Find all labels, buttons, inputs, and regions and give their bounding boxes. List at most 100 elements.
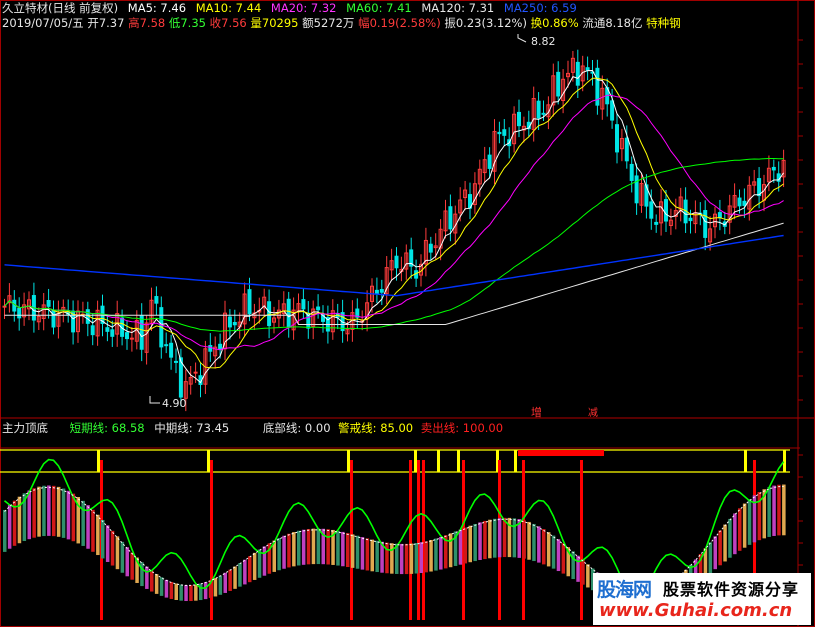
histogram-bar [184, 585, 188, 602]
candle-body [2, 305, 7, 308]
mark-reduce-label: 减 [588, 407, 598, 419]
quote-high: 高7.58 [128, 16, 166, 30]
candle-body [771, 166, 776, 171]
candle-body [610, 100, 615, 121]
histogram-bar [551, 535, 556, 569]
histogram-bar [301, 529, 306, 565]
histogram-bar [252, 552, 257, 580]
candle-body [428, 243, 433, 253]
histogram-bar [282, 535, 286, 569]
period-label: (日线 前复权) [48, 1, 119, 15]
watermark-slogan: 股票软件资源分享 [663, 580, 800, 599]
signal-marker [347, 450, 350, 472]
mark-add-label: 增 [531, 405, 542, 419]
histogram-bar [145, 566, 149, 589]
kline-chart[interactable]: 8.82 4.90 增 减 [0, 0, 815, 627]
histogram-bar [125, 547, 129, 577]
ma-legend: 久立特材(日线 前复权) MA5: 7.46 MA10: 7.44 MA20: … [2, 1, 583, 15]
candle-body [615, 124, 619, 153]
candle-body [757, 178, 762, 197]
histogram-bar [537, 526, 541, 563]
candle-body [174, 360, 178, 363]
candle-body [227, 316, 232, 328]
sell-bar [580, 460, 583, 620]
histogram-bar [581, 560, 585, 585]
candle-body [649, 201, 654, 219]
candle-body [517, 111, 521, 127]
histogram-bar [169, 581, 174, 599]
histogram-bar [159, 577, 164, 596]
histogram-bar [399, 543, 404, 575]
histogram-bar [429, 539, 433, 572]
candle-body [169, 342, 174, 358]
histogram-bar [213, 578, 218, 597]
histogram-bar [47, 485, 51, 536]
histogram-bar [497, 518, 502, 558]
max-pointer [517, 34, 527, 43]
stock-chart-window: 8.82 4.90 增 减 久立特材(日线 前复权) MA5: 7.46 MA10: … [0, 0, 815, 627]
histogram-bar [434, 538, 438, 571]
histogram-bar [81, 500, 85, 546]
quote-date: 2019/07/05/五 [2, 16, 84, 30]
alert-line-value: 警戒线: 85.00 [338, 421, 414, 435]
watermark-url: www.Guhai.com.cn [599, 600, 793, 621]
signal-marker [514, 450, 517, 472]
watermark-brand: 股海网 [597, 579, 652, 601]
histogram-bar [120, 541, 125, 573]
candle-body [12, 299, 17, 312]
quote-turnover: 换0.86% [530, 16, 579, 30]
histogram-bar [7, 505, 12, 549]
histogram-bar [32, 488, 36, 538]
histogram-bar [105, 525, 110, 562]
histogram-bar [203, 582, 208, 600]
histogram-bar [390, 543, 394, 574]
candle-body [629, 163, 634, 181]
stock-name: 久立特材 [2, 1, 48, 15]
histogram-bar [326, 529, 330, 565]
histogram-bar [767, 487, 771, 537]
histogram-bar [37, 486, 41, 537]
quote-amplitude: 振0.23(3.12%) [444, 16, 527, 30]
histogram-bar [782, 484, 786, 536]
histogram-bar [56, 486, 61, 537]
candle-body [575, 61, 580, 86]
candle-body [379, 289, 384, 293]
indicator-legend: 主力顶底 短期线: 68.58 中期线: 73.45 底部线: 0.00 警戒线… [2, 421, 503, 435]
candle-body [125, 332, 129, 340]
ma10-value: MA10: 7.44 [195, 1, 262, 15]
quote-sector: 特种钢 [646, 16, 681, 30]
candle-body [218, 343, 223, 351]
candle-body [624, 137, 629, 162]
histogram-bar [233, 566, 237, 589]
candle-body [110, 329, 115, 337]
histogram-bar [110, 530, 115, 566]
histogram-bar [189, 585, 193, 602]
bottom-line-value: 底部线: 0.00 [262, 421, 331, 435]
histogram-bar [747, 499, 752, 545]
histogram-bar [532, 523, 536, 562]
quote-close: 收7.56 [209, 16, 247, 30]
histogram-bar [238, 563, 242, 587]
histogram-bar [346, 533, 350, 568]
histogram-bar [360, 537, 365, 570]
candle-body [316, 306, 321, 311]
histogram-bar [468, 525, 472, 563]
histogram-bar [502, 517, 507, 558]
histogram-bar [742, 503, 747, 548]
candle-body [448, 206, 453, 230]
histogram-bar [458, 529, 463, 565]
histogram-bar [571, 551, 575, 580]
candle-body [374, 289, 379, 295]
histogram-bar [154, 574, 159, 594]
candle-body [502, 129, 507, 136]
candle-body [487, 154, 492, 169]
candle-body [129, 337, 134, 340]
histogram-bar [483, 520, 487, 560]
candle-body [208, 345, 213, 352]
ma20-value: MA20: 7.32 [270, 1, 337, 15]
histogram-bar [713, 536, 717, 570]
histogram-bar [61, 488, 66, 538]
candle-body [688, 217, 693, 222]
candle-body [247, 289, 252, 315]
histogram-bar [473, 523, 477, 562]
